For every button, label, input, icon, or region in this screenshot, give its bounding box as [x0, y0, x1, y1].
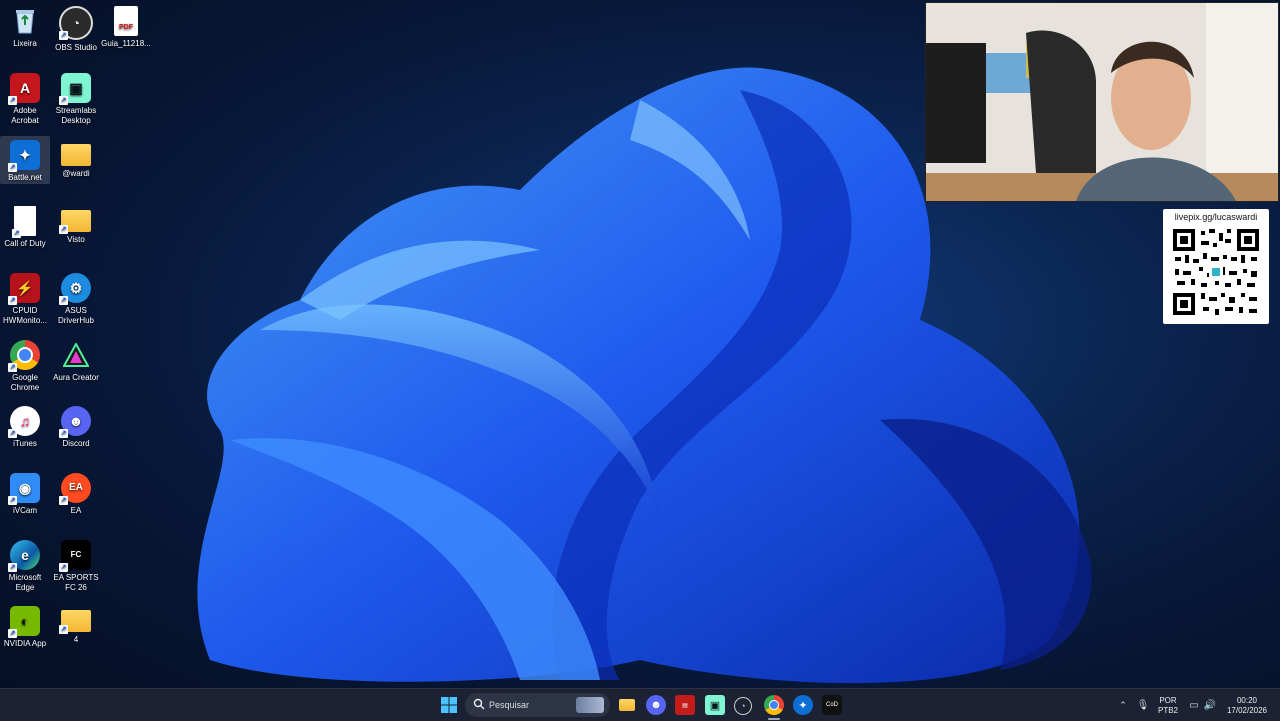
webcam-overlay: [925, 2, 1279, 202]
taskbar-streamlabs[interactable]: ▣: [705, 695, 725, 715]
taskbar-chrome[interactable]: [764, 695, 784, 715]
clock-date: 17/02/2026: [1226, 706, 1268, 715]
hwmonitor-icon: ⚡ ↗: [8, 273, 40, 305]
file-icon: ↗: [12, 206, 36, 238]
windows-logo-icon: [441, 697, 457, 713]
taskbar-battlenet[interactable]: ✦: [793, 695, 813, 715]
discord-icon: ☻: [650, 699, 662, 711]
taskbar: Pesquisar ☻ ▤ ▣ ◔ ✦ CoD ⌃ 🎙 POR PTB2 ▭ 🔊: [0, 688, 1280, 721]
donation-qr-card: livepix.gg/lucaswardi: [1163, 209, 1269, 324]
desktop-icon-discord[interactable]: ☻ ↗ Discord: [51, 402, 101, 449]
qr-code-icon: [1171, 227, 1261, 317]
streamlabs-icon: ▣: [709, 699, 721, 712]
acrobat-icon: A ↗: [8, 73, 40, 105]
discord-icon: ☻ ↗: [59, 406, 91, 438]
taskbar-call-of-duty[interactable]: CoD: [822, 695, 842, 715]
obs-icon: ◔ ↗: [59, 6, 93, 40]
ea-icon: EA ↗: [59, 473, 91, 505]
tray-microphone[interactable]: 🎙: [1133, 695, 1153, 715]
desktop-icon-ea[interactable]: EA ↗ EA: [51, 469, 101, 516]
search-placeholder: Pesquisar: [489, 700, 530, 710]
taskbar-discord[interactable]: ☻: [646, 695, 666, 715]
edge-icon: e ↗: [8, 540, 40, 572]
qr-label: livepix.gg/lucaswardi: [1174, 212, 1258, 222]
desktop-icon-obs-studio[interactable]: ◔ ↗ OBS Studio: [51, 2, 101, 53]
desktop-icon-fc26[interactable]: FC ↗ EA SPORTS FC 26: [51, 536, 101, 593]
tray-volume[interactable]: 🔊: [1200, 695, 1220, 715]
battlenet-icon: ✦: [798, 699, 808, 712]
keyboard-layout-label: PTB2: [1157, 706, 1178, 715]
folder-icon: [61, 144, 91, 166]
start-button[interactable]: [439, 695, 459, 715]
desktop-icon-itunes[interactable]: ♫ ↗ iTunes: [0, 402, 50, 449]
desktop-icon-pdf-guide[interactable]: PDF Guia_11218...: [101, 2, 151, 49]
recycle-bin-icon: [10, 6, 40, 36]
call-of-duty-icon: CoD: [825, 702, 838, 708]
taskbar-search[interactable]: Pesquisar: [465, 693, 610, 717]
desktop-icon-streamlabs[interactable]: ▣ ↗ Streamlabs Desktop: [51, 69, 101, 126]
clock[interactable]: 00:20 17/02/2026: [1222, 696, 1272, 716]
taskbar-obs[interactable]: ◔: [734, 697, 752, 715]
network-icon: ▭: [1189, 699, 1199, 711]
desktop-icon-nvidia-app[interactable]: ◐ ↗ NVIDIA App: [0, 602, 50, 649]
language-label: POR: [1159, 696, 1177, 705]
desktop-icon-folder-4[interactable]: ↗ 4: [51, 602, 101, 645]
desktop-icon-call-of-duty[interactable]: ↗ Call of Duty: [0, 202, 50, 249]
desktop-icon-lixeira[interactable]: Lixeira: [0, 2, 50, 49]
folder-icon: ↗: [59, 210, 91, 234]
obs-icon: ◔: [740, 701, 746, 711]
chrome-icon: [769, 700, 779, 710]
desktop-icon-aura-creator[interactable]: Aura Creator: [51, 336, 101, 383]
tray-overflow-button[interactable]: ⌃: [1113, 695, 1133, 715]
microphone-icon: 🎙: [1136, 699, 1150, 711]
aura-creator-icon: [61, 340, 91, 370]
fc26-icon: FC ↗: [59, 540, 91, 572]
asus-driverhub-icon: ⚙ ↗: [59, 273, 91, 305]
battlenet-icon: ✦ ↗: [8, 140, 40, 172]
pdf-file-icon: PDF: [114, 6, 138, 36]
desktop-icon-asus-driverhub[interactable]: ⚙ ↗ ASUS DriverHub: [51, 269, 101, 326]
itunes-icon: ♫ ↗: [8, 406, 40, 438]
chrome-icon: ↗: [8, 340, 40, 372]
clock-time: 00:20: [1236, 696, 1258, 705]
input-language-indicator[interactable]: POR PTB2: [1156, 696, 1180, 716]
search-highlight-icon: [576, 697, 604, 713]
desktop-icon-battlenet[interactable]: ✦ ↗ Battle.net: [0, 136, 50, 184]
webcam-scene: [926, 3, 1278, 201]
streamlabs-icon: ▣ ↗: [59, 73, 91, 105]
search-icon: [473, 698, 485, 710]
desktop-icon-adobe-acrobat[interactable]: A ↗ Adobe Acrobat: [0, 69, 50, 126]
speaker-icon: 🔊: [1203, 699, 1217, 711]
desktop-icon-visto-folder[interactable]: ↗ Visto: [51, 202, 101, 245]
nvidia-icon: ◐ ↗: [8, 606, 40, 638]
chevron-up-icon: ⌃: [1119, 699, 1127, 710]
folder-icon: ↗: [59, 610, 91, 634]
folder-icon: [619, 699, 635, 711]
desktop-icon-hwmonitor[interactable]: ⚡ ↗ CPUID HWMonito...: [0, 269, 50, 326]
desktop-icon-wardi-folder[interactable]: @wardi: [51, 136, 101, 179]
hwmonitor-icon: ▤: [682, 702, 688, 709]
desktop-icon-microsoft-edge[interactable]: e ↗ Microsoft Edge: [0, 536, 50, 593]
desktop-icon-google-chrome[interactable]: ↗ Google Chrome: [0, 336, 50, 393]
ivcam-icon: ◉ ↗: [8, 473, 40, 505]
taskbar-file-explorer[interactable]: [617, 695, 637, 715]
desktop-icon-ivcam[interactable]: ◉ ↗ iVCam: [0, 469, 50, 516]
taskbar-hwmonitor[interactable]: ▤: [675, 695, 695, 715]
